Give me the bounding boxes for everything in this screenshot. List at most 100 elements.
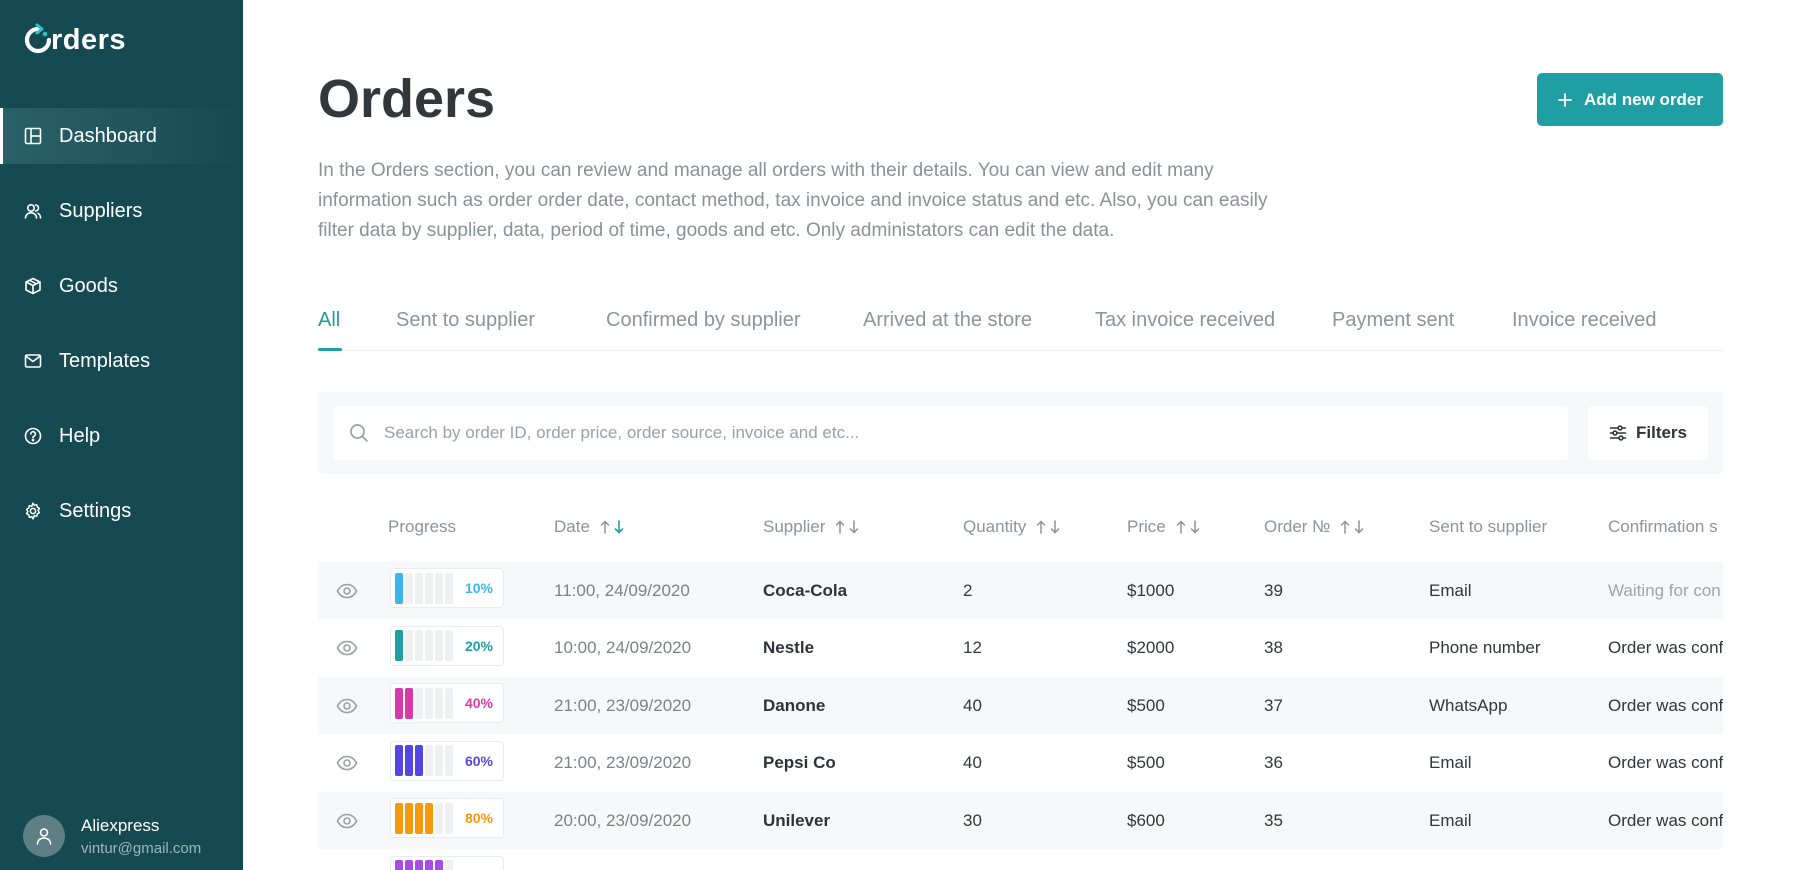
order-number: 35 <box>1264 810 1283 830</box>
column-date[interactable]: Date <box>554 517 628 537</box>
progress-percent: 10% <box>464 580 493 596</box>
progress-bar-empty <box>445 572 453 604</box>
order-quantity: 40 <box>963 753 982 772</box>
sort-icon[interactable] <box>1036 520 1064 534</box>
logo[interactable]: rders <box>23 20 126 60</box>
order-price: $500 <box>1127 695 1165 715</box>
order-quantity: 12 <box>963 638 982 657</box>
table-row[interactable]: 20% 10:00, 24/09/2020 Nestle 12 $2000 38 Phone… <box>318 620 1723 677</box>
logo-text: rders <box>51 23 127 56</box>
sidebar-item-label: Dashboard <box>59 124 157 147</box>
order-number: 39 <box>1264 580 1283 600</box>
view-order-button[interactable] <box>336 620 358 677</box>
progress-bar-filled <box>405 802 413 834</box>
order-price: $500 <box>1127 753 1165 772</box>
active-tab-indicator <box>318 348 342 351</box>
sidebar-item-settings[interactable]: Settings <box>0 483 243 539</box>
add-new-order-button[interactable]: Add new order <box>1537 73 1723 126</box>
sort-icon[interactable] <box>1176 520 1204 534</box>
progress-bar-filled <box>395 745 403 776</box>
filters-button[interactable]: Filters <box>1588 406 1708 460</box>
page-description: In the Orders section, you can review an… <box>318 160 1268 241</box>
sidebar-item-dashboard[interactable]: Dashboard <box>0 108 243 164</box>
sidebar-item-goods[interactable]: Goods <box>0 258 243 314</box>
progress-bar-empty <box>405 572 413 604</box>
eye-icon <box>336 637 358 659</box>
column-price[interactable]: Price <box>1127 517 1204 537</box>
sidebar-nav: Dashboard Suppliers Goods Templates Help <box>0 108 243 558</box>
supplier-name: Unilever <box>763 810 831 830</box>
progress-bar-filled <box>415 745 423 776</box>
user-name: Aliexpress <box>81 815 160 835</box>
progress-bar-filled <box>395 630 403 661</box>
view-order-button[interactable] <box>336 562 358 619</box>
users-icon <box>24 202 42 220</box>
help-icon <box>24 427 42 445</box>
progress-indicator: 20% <box>390 625 504 666</box>
sidebar-item-help[interactable]: Help <box>0 408 243 464</box>
sidebar-item-templates[interactable]: Templates <box>0 333 243 389</box>
table-row[interactable]: 10% 11:00, 24/09/2020 Coca-Cola 2 $1000 39 Ema… <box>318 562 1723 619</box>
tab-confirmed-by-supplier[interactable]: Confirmed by supplier <box>606 309 801 332</box>
search-icon <box>349 423 369 443</box>
progress-bar-filled <box>415 860 423 870</box>
user-info: Aliexpress vintur@gmail.com <box>81 816 201 857</box>
progress-bar-empty <box>435 572 443 604</box>
progress-bar-empty <box>435 802 443 834</box>
progress-bar-filled <box>425 860 433 870</box>
progress-bar-empty <box>425 572 433 604</box>
tab-tax-invoice-received[interactable]: Tax invoice received <box>1095 309 1275 332</box>
confirmation-status: Order was conf <box>1608 753 1723 772</box>
progress-indicator: 60% <box>390 740 504 781</box>
column-supplier[interactable]: Supplier <box>763 517 863 537</box>
sort-icon[interactable] <box>600 520 628 534</box>
logo-icon <box>24 23 52 54</box>
sidebar-item-label: Settings <box>59 499 132 522</box>
confirmation-status: Order was conf <box>1608 695 1723 715</box>
order-quantity: 40 <box>963 695 982 715</box>
sidebar-item-suppliers[interactable]: Suppliers <box>0 183 243 239</box>
order-date: 10:00, 24/09/2020 <box>554 638 692 657</box>
view-order-button[interactable] <box>336 677 358 734</box>
mail-icon <box>24 352 42 370</box>
tab-all[interactable]: All <box>318 309 340 332</box>
progress-bar-empty <box>445 687 453 719</box>
column-quantity[interactable]: Quantity <box>963 517 1064 537</box>
progress-percent: 60% <box>464 752 493 769</box>
order-date: 20:00, 23/09/2020 <box>554 810 692 830</box>
box-icon <box>24 277 42 295</box>
tab-payment-sent[interactable]: Payment sent <box>1332 309 1454 332</box>
sort-icon[interactable] <box>835 520 863 534</box>
table-row[interactable]: 60% 21:00, 23/09/2020 Pepsi Co 40 $500 36 Emai… <box>318 735 1723 792</box>
order-number: 36 <box>1264 753 1283 772</box>
order-date: 21:00, 23/09/2020 <box>554 695 692 715</box>
view-order-button[interactable] <box>336 792 358 849</box>
table-row[interactable] <box>318 850 1723 870</box>
sent-method: Phone number <box>1429 638 1541 657</box>
tab-sent-to-supplier[interactable]: Sent to supplier <box>396 309 535 332</box>
table-row[interactable]: 80% 20:00, 23/09/2020 Unilever 30 $600 35 Emai… <box>318 792 1723 849</box>
sliders-icon <box>1609 424 1627 442</box>
progress-bar-filled <box>415 802 423 834</box>
supplier-name: Nestle <box>763 638 815 657</box>
order-number: 38 <box>1264 638 1283 657</box>
supplier-name: Danone <box>763 695 826 715</box>
progress-bar-filled <box>395 802 403 834</box>
progress-bar-empty <box>415 572 423 604</box>
search-box[interactable] <box>333 406 1568 460</box>
search-input[interactable] <box>384 423 1534 443</box>
view-order-button[interactable] <box>336 850 358 870</box>
progress-bar-empty <box>445 802 453 834</box>
sidebar-item-label: Suppliers <box>59 199 143 222</box>
confirmation-status: Order was conf <box>1608 638 1723 657</box>
user-profile[interactable]: Aliexpress vintur@gmail.com <box>23 815 201 857</box>
progress-percent: 40% <box>464 695 493 711</box>
sort-icon[interactable] <box>1340 520 1368 534</box>
table-row[interactable]: 40% 21:00, 23/09/2020 Danone 40 $500 37 WhatsA… <box>318 677 1723 734</box>
tab-arrived-at-the-store[interactable]: Arrived at the store <box>863 309 1032 332</box>
column-order-number[interactable]: Order № <box>1264 517 1368 537</box>
orders-table: Progress Date Supplier Quantity Price Or… <box>318 505 1723 870</box>
tab-invoice-received[interactable]: Invoice received <box>1512 309 1657 332</box>
sent-method: Email <box>1429 580 1472 600</box>
view-order-button[interactable] <box>336 735 358 792</box>
